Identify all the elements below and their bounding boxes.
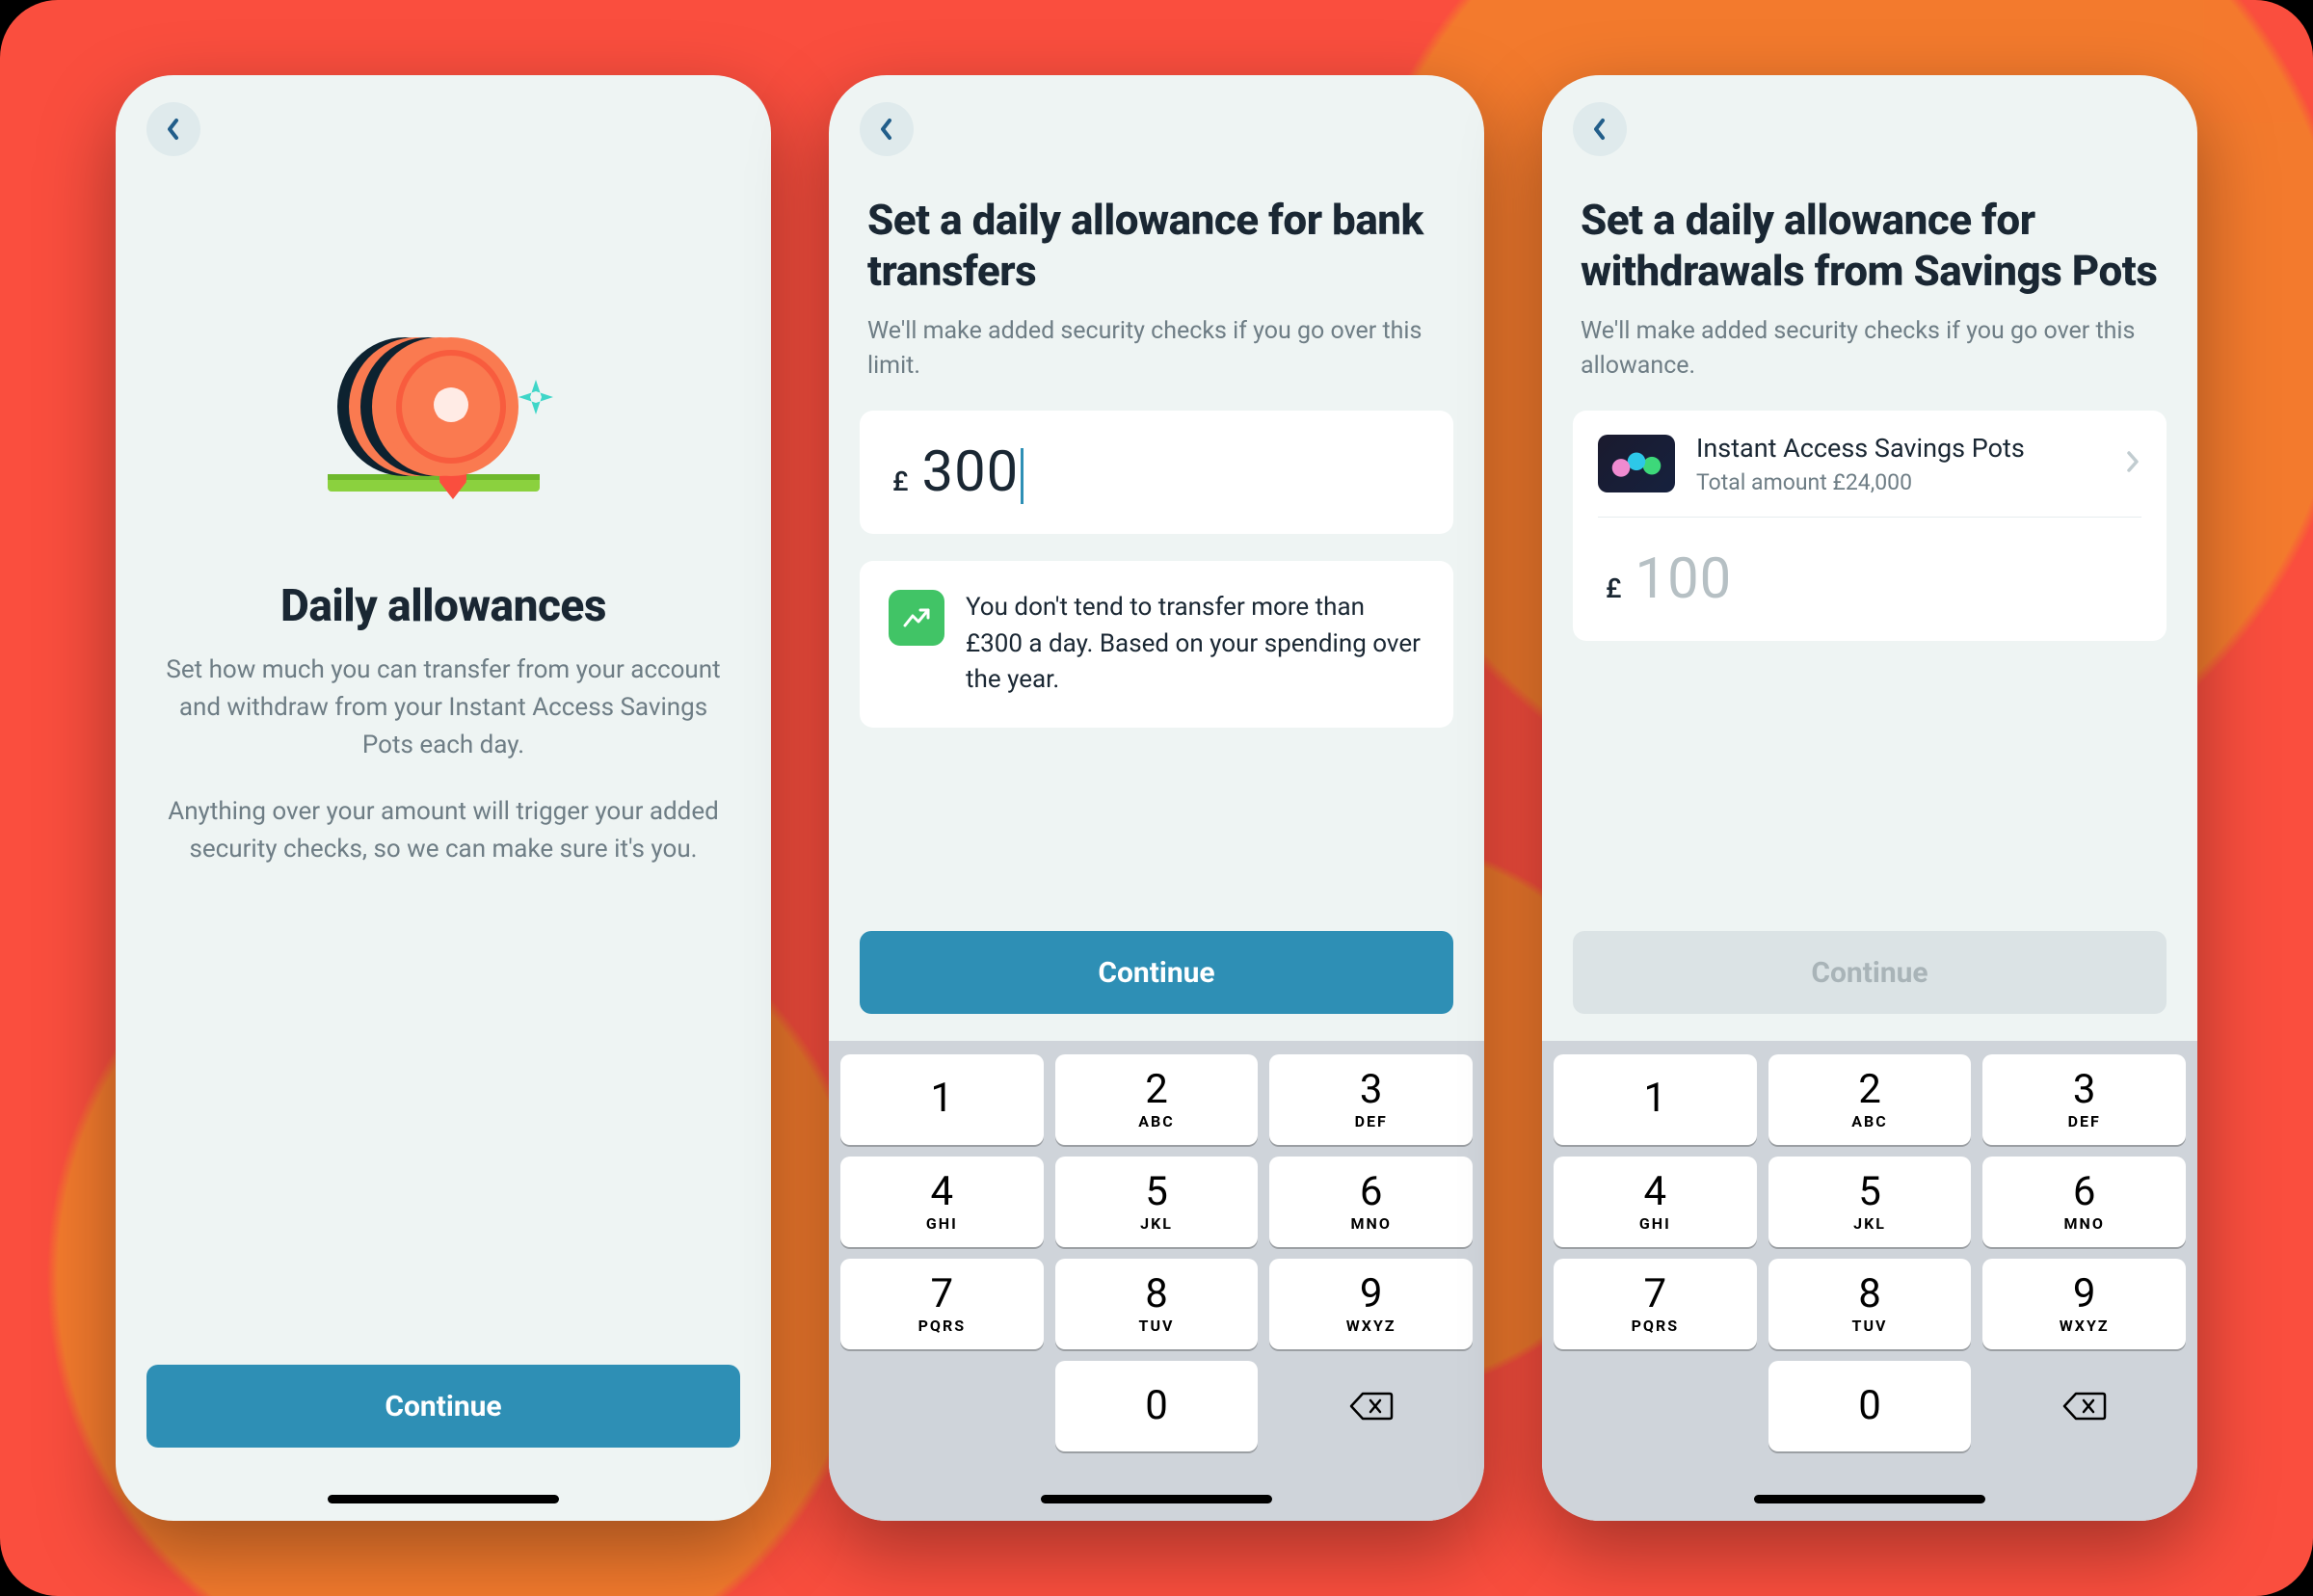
key-1[interactable]: 1 xyxy=(1554,1054,1757,1145)
phone-screen-transfers: Set a daily allowance for bank transfers… xyxy=(829,75,1484,1521)
continue-button[interactable]: Continue xyxy=(146,1365,740,1448)
text-caret xyxy=(1021,448,1024,504)
key-1[interactable]: 1 xyxy=(840,1054,1044,1145)
numeric-keypad: 1 2ABC 3DEF 4GHI 5JKL 6MNO 7PQRS 8TUV 9W… xyxy=(829,1041,1484,1521)
key-4[interactable]: 4GHI xyxy=(1554,1157,1757,1247)
amount-input[interactable]: £ 100 xyxy=(1573,518,2167,641)
insight-text: You don't tend to transfer more than £30… xyxy=(966,590,1424,699)
marketing-frame: Daily allowances Set how much you can tr… xyxy=(0,0,2313,1596)
key-5[interactable]: 5JKL xyxy=(1055,1157,1259,1247)
chevron-left-icon xyxy=(1590,116,1609,143)
key-3[interactable]: 3DEF xyxy=(1982,1054,2186,1145)
trend-up-icon xyxy=(889,590,944,646)
intro-paragraph-2: Anything over your amount will trigger y… xyxy=(164,793,723,868)
key-3[interactable]: 3DEF xyxy=(1269,1054,1473,1145)
key-7[interactable]: 7PQRS xyxy=(1554,1259,1757,1349)
amount-value: 300 xyxy=(921,439,1024,505)
backspace-icon xyxy=(2062,1390,2107,1423)
key-4[interactable]: 4GHI xyxy=(840,1157,1044,1247)
back-button[interactable] xyxy=(146,102,200,156)
chevron-left-icon xyxy=(164,116,183,143)
key-delete[interactable] xyxy=(1982,1361,2186,1451)
key-blank xyxy=(1554,1361,1757,1451)
back-button[interactable] xyxy=(860,102,914,156)
chevron-right-icon xyxy=(2124,448,2141,479)
savings-pot-row[interactable]: Instant Access Savings Pots Total amount… xyxy=(1573,411,2167,517)
currency-symbol: £ xyxy=(1606,572,1621,604)
currency-symbol: £ xyxy=(892,466,908,497)
page-title: Set a daily allowance for withdrawals fr… xyxy=(1581,195,2159,297)
key-8[interactable]: 8TUV xyxy=(1768,1259,1972,1349)
page-subtitle: We'll make added security checks if you … xyxy=(867,314,1446,385)
key-5[interactable]: 5JKL xyxy=(1768,1157,1972,1247)
chevron-left-icon xyxy=(877,116,896,143)
key-2[interactable]: 2ABC xyxy=(1055,1054,1259,1145)
back-button[interactable] xyxy=(1573,102,1627,156)
key-blank xyxy=(840,1361,1044,1451)
page-title: Daily allowances xyxy=(280,580,606,632)
intro-paragraph-1: Set how much you can transfer from your … xyxy=(164,652,723,764)
key-6[interactable]: 6MNO xyxy=(1982,1157,2186,1247)
key-0[interactable]: 0 xyxy=(1768,1361,1972,1451)
key-8[interactable]: 8TUV xyxy=(1055,1259,1259,1349)
page-subtitle: We'll make added security checks if you … xyxy=(1581,314,2159,385)
key-9[interactable]: 9WXYZ xyxy=(1982,1259,2186,1349)
phone-screen-intro: Daily allowances Set how much you can tr… xyxy=(116,75,771,1521)
home-indicator[interactable] xyxy=(1754,1495,1985,1503)
amount-placeholder: 100 xyxy=(1635,546,1732,612)
allowances-illustration xyxy=(308,330,578,522)
key-delete[interactable] xyxy=(1269,1361,1473,1451)
phone-screen-savings: Set a daily allowance for withdrawals fr… xyxy=(1542,75,2197,1521)
home-indicator[interactable] xyxy=(328,1495,559,1503)
key-6[interactable]: 6MNO xyxy=(1269,1157,1473,1247)
key-0[interactable]: 0 xyxy=(1055,1361,1259,1451)
continue-button[interactable]: Continue xyxy=(1573,931,2167,1014)
pot-thumbnail xyxy=(1598,435,1675,492)
pot-name: Instant Access Savings Pots xyxy=(1696,432,2103,466)
backspace-icon xyxy=(1349,1390,1394,1423)
key-7[interactable]: 7PQRS xyxy=(840,1259,1044,1349)
page-title: Set a daily allowance for bank transfers xyxy=(867,195,1446,297)
key-2[interactable]: 2ABC xyxy=(1768,1054,1972,1145)
continue-button[interactable]: Continue xyxy=(860,931,1453,1014)
home-indicator[interactable] xyxy=(1041,1495,1272,1503)
pot-subtitle: Total amount £24,000 xyxy=(1696,469,2103,495)
numeric-keypad: 1 2ABC 3DEF 4GHI 5JKL 6MNO 7PQRS 8TUV 9W… xyxy=(1542,1041,2197,1521)
amount-input[interactable]: £ 300 xyxy=(860,411,1453,534)
spending-insight-card: You don't tend to transfer more than £30… xyxy=(860,561,1453,728)
key-9[interactable]: 9WXYZ xyxy=(1269,1259,1473,1349)
